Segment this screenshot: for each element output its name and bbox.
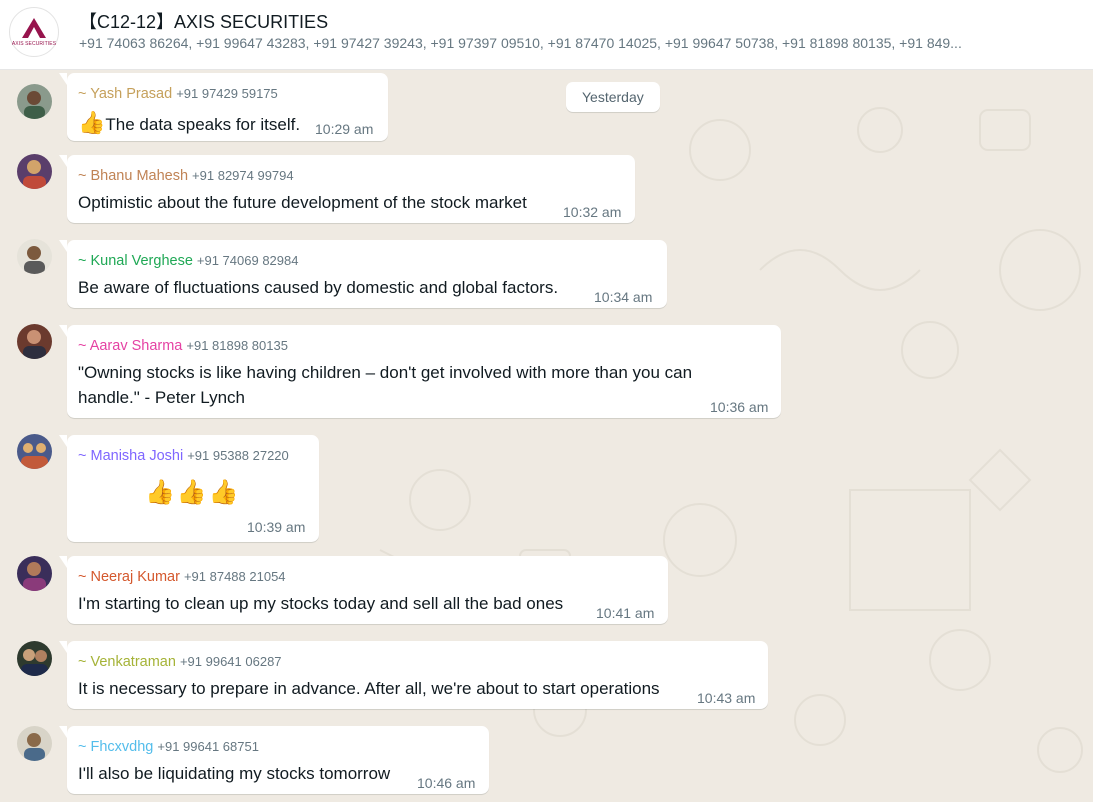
message-time: 10:34 am — [594, 289, 653, 305]
user-avatar-icon — [17, 84, 52, 119]
sender-row: ~ Fhcxvdhg +91 99641 68751 — [78, 739, 259, 755]
message-text: The data speaks for itself. — [105, 115, 301, 134]
sender-row: ~ Bhanu Mahesh +91 82974 99794 — [78, 168, 294, 184]
sender-name[interactable]: ~ Bhanu Mahesh — [78, 168, 188, 184]
thumbs-up-emoji-icon: 👍 — [145, 479, 177, 506]
avatar[interactable] — [17, 434, 52, 469]
thumbs-up-emoji-icon: 👍 — [78, 110, 106, 135]
date-separator: Yesterday — [566, 82, 660, 112]
message-bubble[interactable]: ~ Neeraj Kumar +91 87488 21054 I'm starti… — [59, 556, 668, 624]
thumbs-up-emoji-icon: 👍 — [176, 479, 209, 506]
avatar[interactable] — [17, 324, 52, 359]
message-bubble[interactable]: ~ Kunal Verghese +91 74069 82984 Be aware… — [59, 240, 667, 308]
avatar[interactable] — [17, 641, 52, 676]
message-bubble[interactable]: ~ Aarav Sharma +91 81898 80135 "Owning st… — [59, 325, 781, 418]
user-avatar-icon — [17, 434, 52, 469]
sender-phone: +91 99641 68751 — [157, 739, 259, 754]
bubble-tail — [59, 556, 67, 568]
user-avatar-icon — [17, 324, 52, 359]
sender-name[interactable]: ~ Neeraj Kumar — [78, 569, 180, 585]
sender-phone: +91 82974 99794 — [192, 168, 294, 183]
message-text: It is necessary to prepare in advance. A… — [78, 679, 660, 698]
message-time: 10:43 am — [697, 690, 756, 706]
sender-name[interactable]: ~ Aarav Sharma — [78, 338, 182, 354]
message-text: Be aware of fluctuations caused by domes… — [78, 278, 559, 297]
message-emojis: 👍👍👍 — [145, 478, 241, 507]
user-avatar-icon — [17, 556, 52, 591]
message-time: 10:41 am — [596, 605, 655, 621]
message-time: 10:39 am — [247, 519, 306, 535]
message-bubble[interactable]: ~ Bhanu Mahesh +91 82974 99794 Optimistic… — [59, 155, 635, 223]
bubble-tail — [59, 325, 67, 337]
sender-phone: +91 74069 82984 — [196, 253, 299, 268]
message-text: I'll also be liquidating my stocks tomor… — [78, 764, 391, 783]
sender-name[interactable]: ~ Manisha Joshi — [78, 448, 183, 464]
group-avatar-text: AXIS SECURITIES — [11, 41, 57, 47]
bubble-tail — [59, 641, 67, 653]
message-time: 10:29 am — [315, 121, 374, 137]
sender-row: ~ Venkatraman +91 99641 06287 — [78, 654, 282, 670]
avatar[interactable] — [17, 239, 52, 274]
avatar[interactable] — [17, 154, 52, 189]
sender-phone: +91 97429 59175 — [176, 86, 278, 101]
message-text-row: 👍The data speaks for itself. — [78, 110, 300, 136]
message-text: "Owning stocks is like having children –… — [78, 363, 693, 407]
sender-name[interactable]: ~ Venkatraman — [78, 654, 176, 670]
sender-phone: +91 99641 06287 — [179, 654, 282, 669]
avatar[interactable] — [17, 726, 52, 761]
user-avatar-icon — [17, 641, 52, 676]
message-bubble[interactable]: ~ Yash Prasad +91 97429 59175 👍The data s… — [59, 73, 388, 141]
sender-row: ~ Kunal Verghese +91 74069 82984 — [78, 253, 298, 269]
user-avatar-icon — [17, 154, 52, 189]
sender-phone: +91 81898 80135 — [186, 338, 288, 353]
sender-row: ~ Manisha Joshi +91 95388 27220 — [78, 448, 289, 464]
bubble-tail — [59, 155, 67, 167]
group-avatar[interactable]: AXIS SECURITIES — [9, 7, 59, 57]
chat-header[interactable]: AXIS SECURITIES 【C12-12】AXIS SECURITIES … — [0, 0, 1093, 70]
sender-row: ~ Yash Prasad +91 97429 59175 — [78, 86, 278, 102]
message-time: 10:46 am — [417, 775, 476, 791]
group-members[interactable]: +91 74063 86264, +91 99647 43283, +91 97… — [79, 35, 1087, 51]
message-bubble[interactable]: ~ Fhcxvdhg +91 99641 68751 I'll also be l… — [59, 726, 489, 794]
sender-row: ~ Aarav Sharma +91 81898 80135 — [78, 338, 288, 354]
user-avatar-icon — [17, 239, 52, 274]
sender-row: ~ Neeraj Kumar +91 87488 21054 — [78, 569, 286, 585]
message-bubble[interactable]: ~ Venkatraman +91 99641 06287 It is neces… — [59, 641, 768, 709]
sender-phone: +91 87488 21054 — [183, 569, 286, 584]
sender-name[interactable]: ~ Yash Prasad — [78, 86, 172, 102]
message-list[interactable]: Yesterday ~ Yash Prasad +91 97429 59175 👍… — [0, 70, 1093, 802]
sender-name[interactable]: ~ Fhcxvdhg — [78, 739, 153, 755]
message-text: I'm starting to clean up my stocks today… — [78, 594, 564, 613]
bubble-tail — [59, 240, 67, 252]
message-time: 10:32 am — [563, 204, 622, 220]
avatar[interactable] — [17, 556, 52, 591]
group-title[interactable]: 【C12-12】AXIS SECURITIES — [79, 8, 328, 34]
bubble-tail — [59, 726, 67, 738]
user-avatar-icon — [17, 726, 52, 761]
sender-name[interactable]: ~ Kunal Verghese — [78, 253, 193, 269]
axis-logo-icon — [22, 18, 46, 38]
bubble-tail — [59, 73, 67, 85]
avatar[interactable] — [17, 84, 52, 119]
message-text: Optimistic about the future development … — [78, 193, 527, 212]
message-time: 10:36 am — [710, 399, 769, 415]
thumbs-up-emoji-icon: 👍 — [208, 479, 241, 506]
message-bubble[interactable]: ~ Manisha Joshi +91 95388 27220 👍👍👍 10:39… — [59, 435, 319, 542]
bubble-tail — [59, 435, 67, 447]
sender-phone: +91 95388 27220 — [187, 448, 289, 463]
